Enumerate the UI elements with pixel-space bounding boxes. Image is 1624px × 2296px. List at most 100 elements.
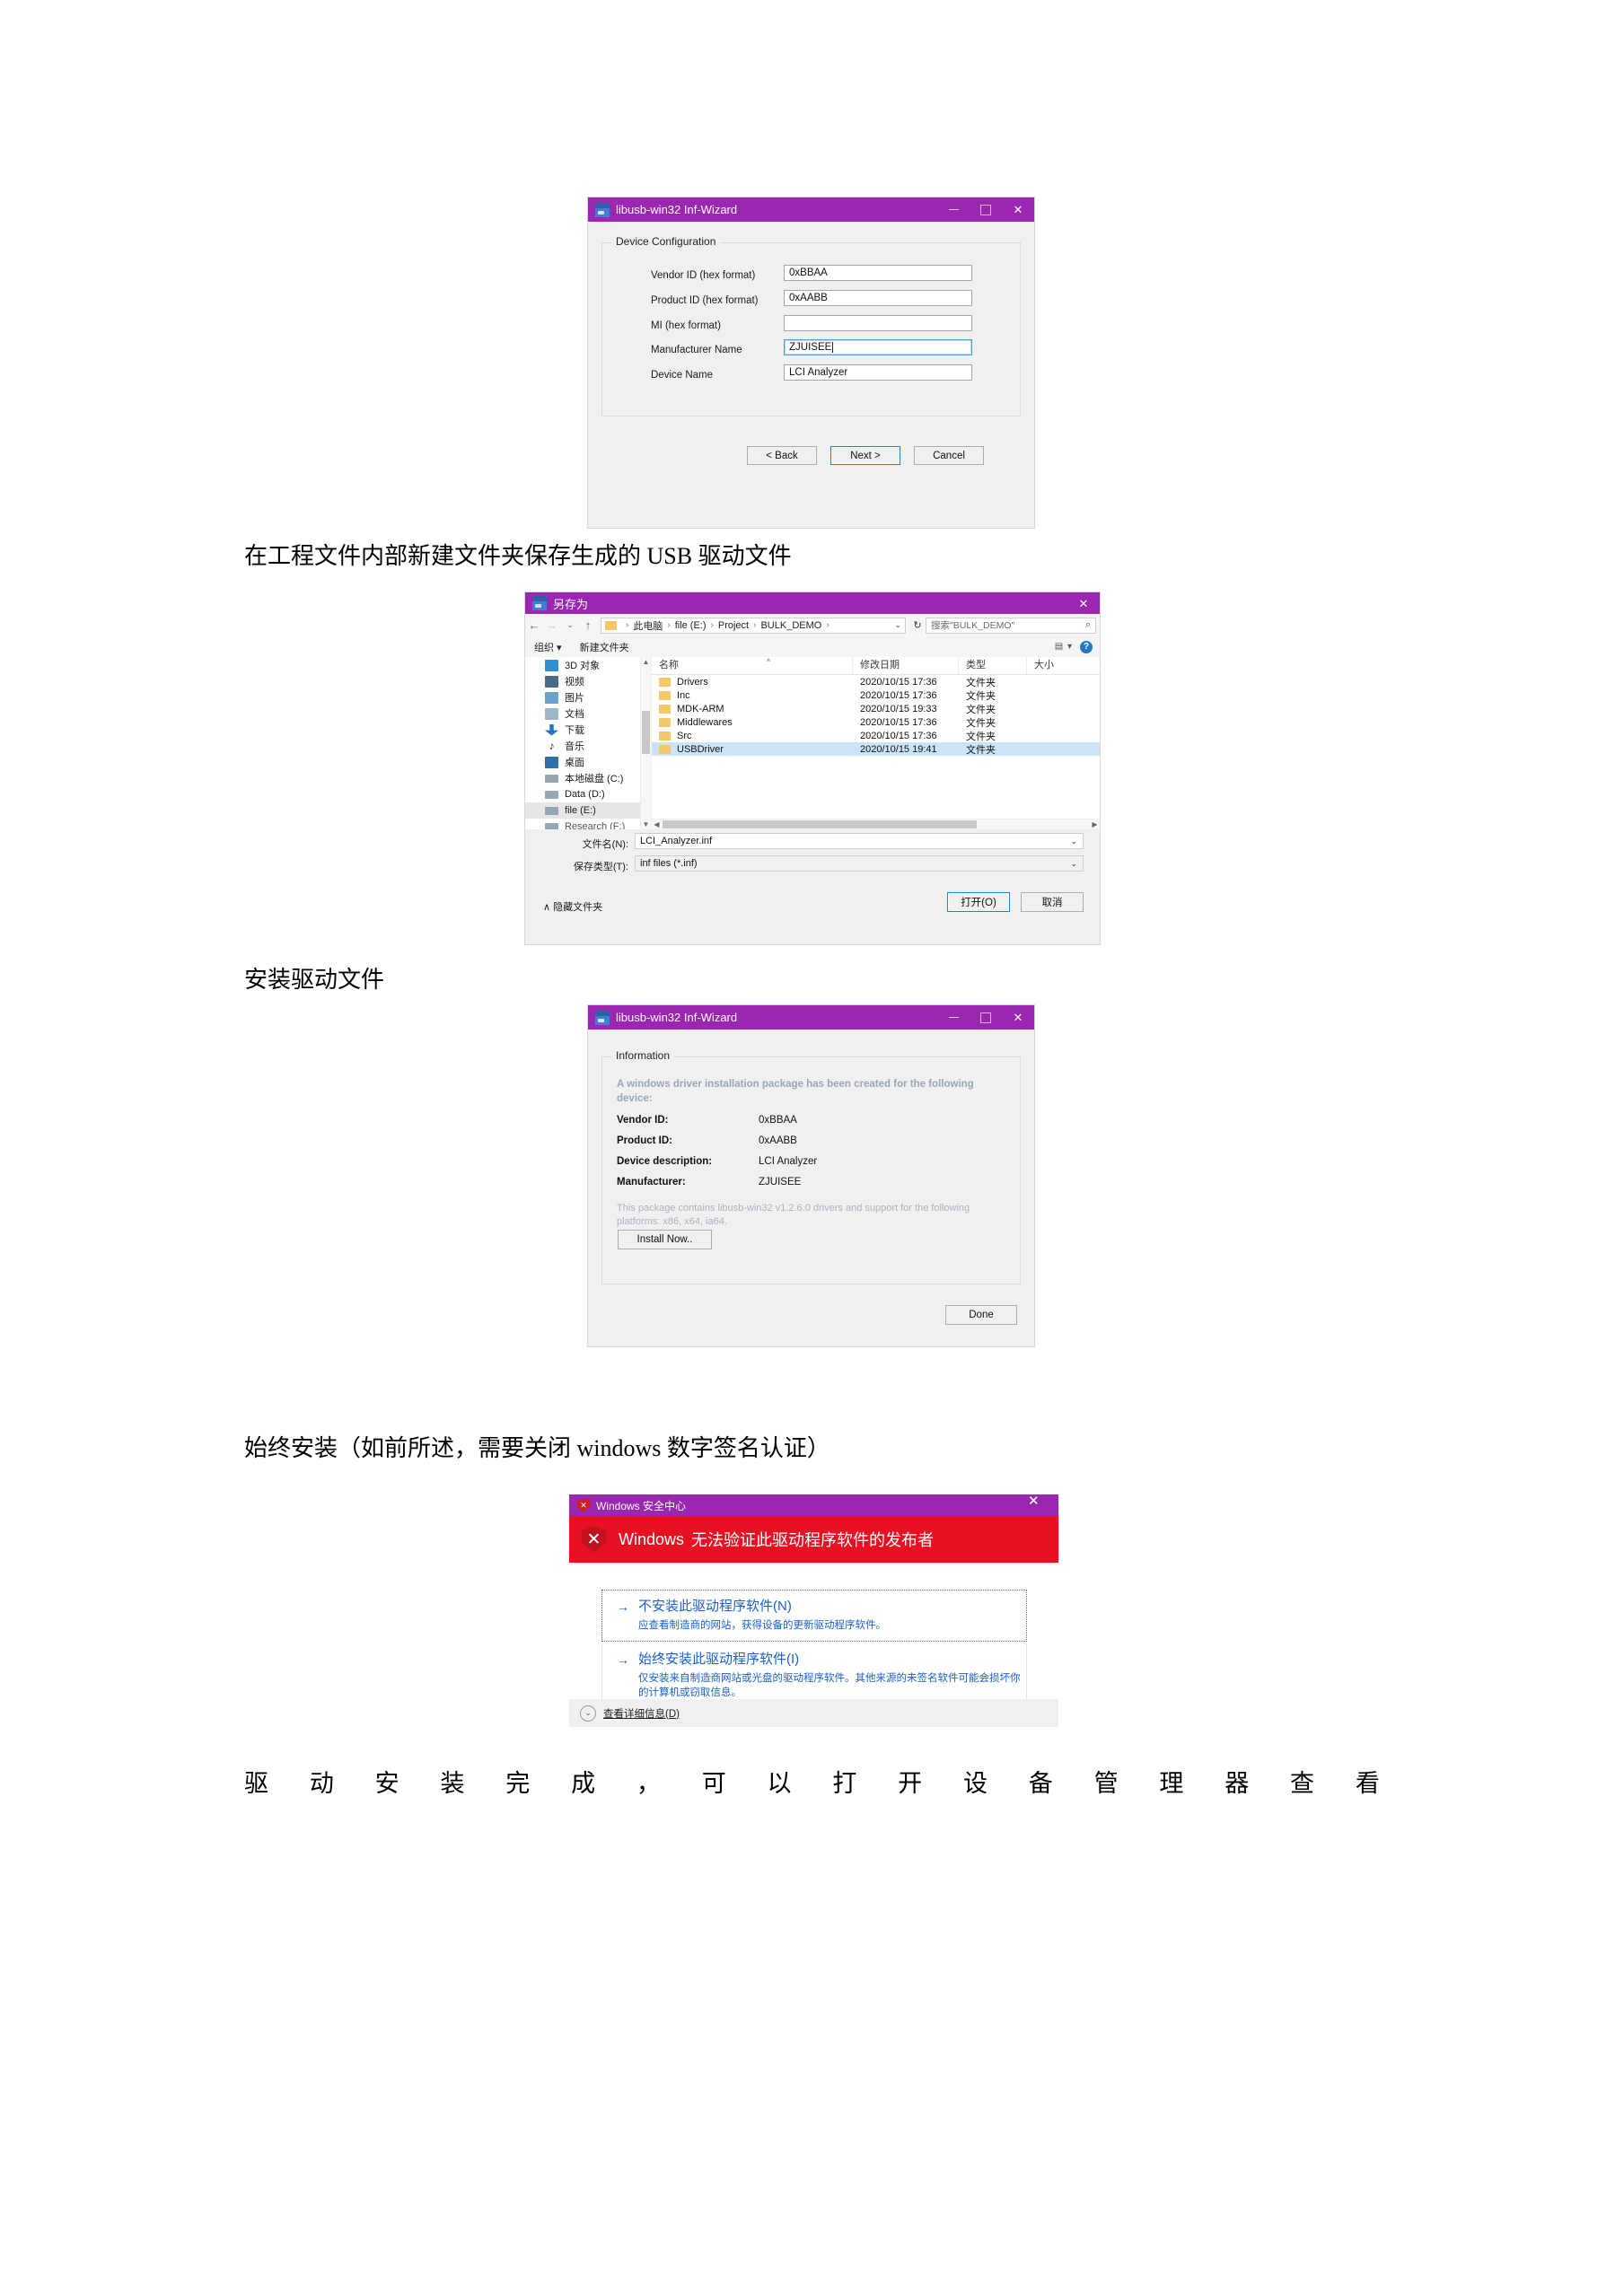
cell-modified: 2020/10/15 17:36 [860,730,937,741]
table-row[interactable]: Drivers 2020/10/15 17:36 文件夹 [652,675,1100,688]
inf-wizard-icon [532,596,547,610]
sidebar-item-videos[interactable]: 视频 [525,673,651,689]
product-id-input[interactable]: 0xAABB [784,290,972,306]
filetype-select[interactable]: inf files (*.inf) ⌄ [635,855,1084,872]
chevron-down-icon[interactable]: ⌄ [1070,859,1083,869]
sidebar-item-label: 视频 [565,677,584,688]
breadcrumb[interactable]: › 此电脑 › file (E:) › Project › BULK_DEMO … [601,617,906,634]
close-button[interactable]: ✕ [1002,197,1034,222]
sidebar-item-label: 3D 对象 [565,661,601,671]
back-icon[interactable]: ← [525,618,543,632]
close-icon[interactable]: ✕ [1028,1494,1058,1516]
install-now-button[interactable]: Install Now.. [618,1230,712,1249]
table-row[interactable]: MDK-ARM 2020/10/15 19:33 文件夹 [652,702,1100,715]
maximize-button[interactable] [970,197,1002,222]
sidebar-item-file-e[interactable]: file (E:) [525,802,651,819]
sidebar-item-research-f[interactable]: Research (F:) [525,819,651,829]
chevron-down-icon[interactable]: ⌄ [561,620,579,630]
up-icon[interactable]: ↑ [579,618,597,632]
breadcrumb-item-3[interactable]: BULK_DEMO [760,620,821,631]
close-button[interactable]: ✕ [1002,1005,1034,1030]
done-button[interactable]: Done [945,1305,1017,1325]
folder-icon [605,620,617,630]
paragraph-2: 安装驱动文件 [244,967,385,993]
security-title-bar[interactable]: ✕ Windows 安全中心 ✕ [569,1494,1058,1516]
cell-type: 文件夹 [966,677,996,688]
drive-icon [545,790,558,799]
column-header-modified[interactable]: 修改日期 [853,657,959,674]
sidebar-item-downloads[interactable]: 下载 [525,722,651,738]
folder-icon [659,704,671,714]
sidebar-item-pictures[interactable]: 图片 [525,689,651,705]
help-icon[interactable]: ? [1080,640,1093,653]
details-toggle[interactable]: ⌄ 查看详细信息(D) [569,1699,1058,1727]
sidebar-item-local-disk-c[interactable]: 本地磁盘 (C:) [525,770,651,786]
vendor-id-input[interactable]: 0xBBAA [784,265,972,281]
music-icon: ♪ [549,739,555,752]
banner-brand: Windows [619,1529,685,1548]
breadcrumb-sep: › [710,620,714,630]
close-icon[interactable]: ✕ [1067,592,1100,614]
search-input[interactable]: 搜索"BULK_DEMO" ⌕ [926,617,1096,634]
title-bar[interactable]: libusb-win32 Inf-Wizard ✕ [588,197,1034,222]
hide-folders-toggle[interactable]: ∧ 隐藏文件夹 [543,899,602,914]
filename-input[interactable]: LCI_Analyzer.inf ⌄ [635,833,1084,849]
horizontal-scrollbar[interactable]: ◀ ▶ [652,819,1100,829]
scrollbar-thumb[interactable] [663,820,977,828]
column-header-size[interactable]: 大小 [1027,657,1090,674]
sidebar-item-desktop[interactable]: 桌面 [525,754,651,770]
organize-button[interactable]: 组织 ▾ [525,640,571,654]
mi-label: MI (hex format) [651,320,721,331]
maximize-button[interactable] [970,1005,1002,1030]
cancel-button[interactable]: 取消 [1021,892,1084,912]
mi-input[interactable] [784,315,972,331]
scroll-left-icon[interactable]: ◀ [652,819,662,829]
sidebar-scrollbar[interactable]: ▲ ▼ [640,657,651,829]
device-name-input[interactable]: LCI Analyzer [784,364,972,381]
next-button[interactable]: Next > [830,446,900,465]
scrollbar-thumb[interactable] [642,711,650,754]
new-folder-button[interactable]: 新建文件夹 [571,640,638,654]
product-id-key: Product ID: [617,1135,672,1146]
sidebar-item-data-d[interactable]: Data (D:) [525,786,651,802]
product-id-value: 0xAABB [759,1135,797,1146]
breadcrumb-item-1[interactable]: file (E:) [675,620,707,631]
open-button[interactable]: 打开(O) [947,892,1010,912]
minimize-button[interactable] [937,1005,970,1030]
option-do-not-install[interactable]: → 不安装此驱动程序软件(N) 应查看制造商的网站，获得设备的更新驱动程序软件。 [601,1590,1027,1642]
column-header-type[interactable]: 类型 [959,657,1027,674]
navigation-pane: 3D 对象 视频 图片 文档 下载 ♪ 音乐 桌面 本地磁盘 (C:) Data … [525,657,651,829]
column-header-name[interactable]: 名称 [652,657,853,674]
table-row[interactable]: Middlewares 2020/10/15 17:36 文件夹 [652,715,1100,729]
manufacturer-name-label: Manufacturer Name [651,345,742,355]
scroll-up-icon[interactable]: ▲ [641,657,651,667]
minimize-button[interactable] [937,197,970,222]
manufacturer-name-input[interactable]: ZJUISEE [784,339,972,355]
option-title: 不安装此驱动程序软件(N) [638,1599,792,1614]
sidebar-item-3d-objects[interactable]: 3D 对象 [525,657,651,673]
breadcrumb-item-2[interactable]: Project [718,620,749,631]
chevron-down-icon[interactable]: ⌄ [1070,837,1083,846]
title-bar[interactable]: libusb-win32 Inf-Wizard ✕ [588,1005,1034,1030]
cancel-button[interactable]: Cancel [914,446,984,465]
breadcrumb-sep: › [667,620,671,630]
save-as-title-bar[interactable]: 另存为 ✕ [525,592,1100,614]
table-row[interactable]: Inc 2020/10/15 17:36 文件夹 [652,688,1100,702]
inf-wizard-icon [595,1010,610,1025]
view-options-icon[interactable]: ▤ ▾ [1048,642,1080,652]
sidebar-item-music[interactable]: ♪ 音乐 [525,738,651,754]
scroll-right-icon[interactable]: ▶ [1090,819,1100,829]
refresh-icon[interactable]: ↻ [909,619,926,631]
back-button[interactable]: < Back [747,446,817,465]
char: 管 [1093,1770,1119,1797]
table-row[interactable]: USBDriver 2020/10/15 19:41 文件夹 [652,742,1100,756]
scroll-down-icon[interactable]: ▼ [641,819,651,829]
3d-objects-icon [545,659,558,671]
vendor-id-value: 0xBBAA [759,1115,797,1126]
table-row[interactable]: Src 2020/10/15 17:36 文件夹 [652,729,1100,742]
paragraph-1: 在工程文件内部新建文件夹保存生成的 USB 驱动文件 [244,543,792,569]
breadcrumb-item-0[interactable]: 此电脑 [633,618,663,633]
forward-icon[interactable]: → [543,618,561,632]
sidebar-item-documents[interactable]: 文档 [525,705,651,722]
breadcrumb-dropdown-icon[interactable]: ⌄ [887,620,901,630]
